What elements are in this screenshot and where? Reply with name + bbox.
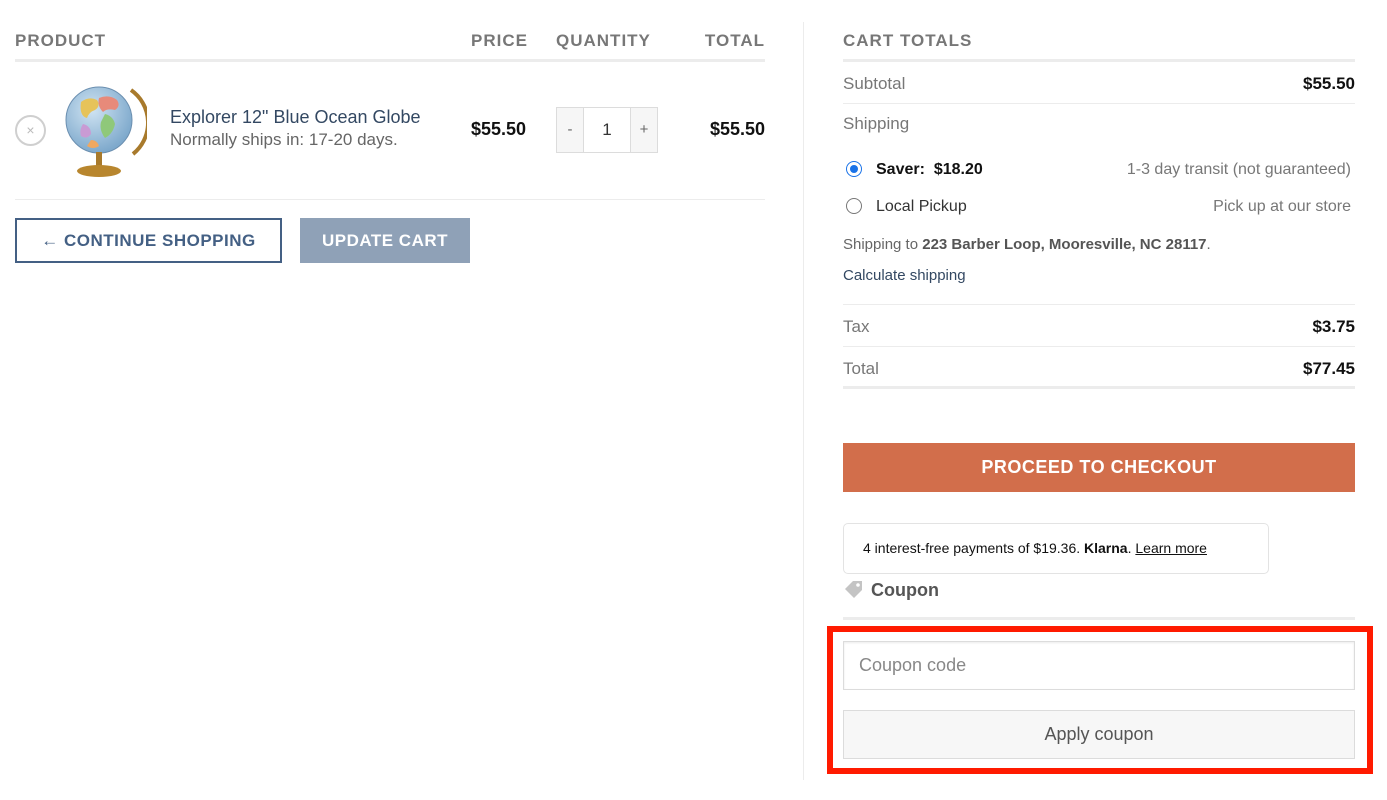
cart-table-header: Product Price Quantity Total (15, 22, 765, 62)
shipping-estimate: Normally ships in: 17-20 days. (170, 130, 398, 149)
coupon-header: Coupon (843, 578, 1355, 620)
column-header-total: Total (704, 31, 765, 50)
column-divider (803, 22, 804, 780)
cart-totals: Cart Totals Subtotal $55.50 Shipping Sav… (843, 22, 1355, 389)
klarna-logo: Klarna (1084, 540, 1128, 556)
continue-shopping-button[interactable]: ← Continue Shopping (15, 218, 282, 263)
klarna-learn-more-link[interactable]: Learn more (1135, 540, 1207, 556)
klarna-message: 4 interest-free payments of $19.36. Klar… (843, 523, 1269, 574)
shipping-option-desc: Pick up at our store (1213, 198, 1351, 215)
shipping-option-name: Local Pickup (876, 198, 967, 215)
apply-coupon-button[interactable]: Apply coupon (843, 710, 1355, 759)
item-price: $55.50 (471, 119, 527, 139)
shipping-destination: Shipping to 223 Barber Loop, Mooresville… (843, 236, 1211, 253)
cart-item-row: × Explorer 12" Blue Ocean Globe Normally… (15, 62, 765, 200)
column-header-price: Price (471, 31, 528, 50)
coupon-code-input[interactable] (843, 641, 1355, 690)
order-total-row: Total $77.45 (843, 347, 1355, 389)
column-header-quantity: Quantity (556, 31, 651, 50)
remove-item-button[interactable]: × (15, 115, 46, 146)
globe-icon[interactable] (61, 80, 147, 182)
subtotal-value: $55.50 (1303, 74, 1355, 93)
shipping-option-local-pickup[interactable]: Local Pickup Pick up at our store (843, 196, 1351, 220)
tax-row: Tax $3.75 (843, 305, 1355, 347)
shipping-option-desc: 1-3 day transit (not guaranteed) (1126, 161, 1351, 178)
column-header-product: Product (15, 31, 107, 50)
item-info: Explorer 12" Blue Ocean Globe Normally s… (170, 107, 421, 150)
shipping-option-name: Saver: $18.20 (876, 161, 983, 178)
shipping-option-saver[interactable]: Saver: $18.20 1-3 day transit (not guara… (843, 159, 1351, 183)
total-value: $77.45 (1303, 359, 1355, 378)
calculate-shipping-link[interactable]: Calculate shipping (843, 267, 966, 284)
update-cart-button[interactable]: Update Cart (300, 218, 470, 263)
quantity-increase-button[interactable]: + (631, 108, 657, 152)
shipping-section: Shipping Saver: $18.20 1-3 day transit (… (843, 104, 1355, 305)
quantity-stepper: - + (556, 107, 658, 153)
cart-table: Product Price Quantity Total × Explor (15, 22, 765, 263)
radio-local-pickup[interactable] (846, 198, 862, 214)
subtotal-row: Subtotal $55.50 (843, 62, 1355, 104)
shipping-label: Shipping (843, 114, 910, 133)
quantity-decrease-button[interactable]: - (557, 108, 583, 152)
tax-label: Tax (843, 317, 870, 336)
shipping-address: 223 Barber Loop, Mooresville, NC 28117 (922, 236, 1207, 253)
item-total: $55.50 (709, 119, 765, 139)
total-label: Total (843, 359, 879, 378)
tax-value: $3.75 (1312, 317, 1355, 336)
tag-icon (845, 581, 862, 598)
coupon-title: Coupon (871, 580, 939, 600)
cart-totals-title: Cart Totals (843, 22, 1355, 62)
product-link[interactable]: Explorer 12" Blue Ocean Globe (170, 107, 421, 128)
radio-saver[interactable] (846, 161, 862, 177)
quantity-input[interactable] (583, 108, 631, 152)
subtotal-label: Subtotal (843, 74, 906, 93)
proceed-to-checkout-button[interactable]: Proceed to checkout (843, 443, 1355, 492)
